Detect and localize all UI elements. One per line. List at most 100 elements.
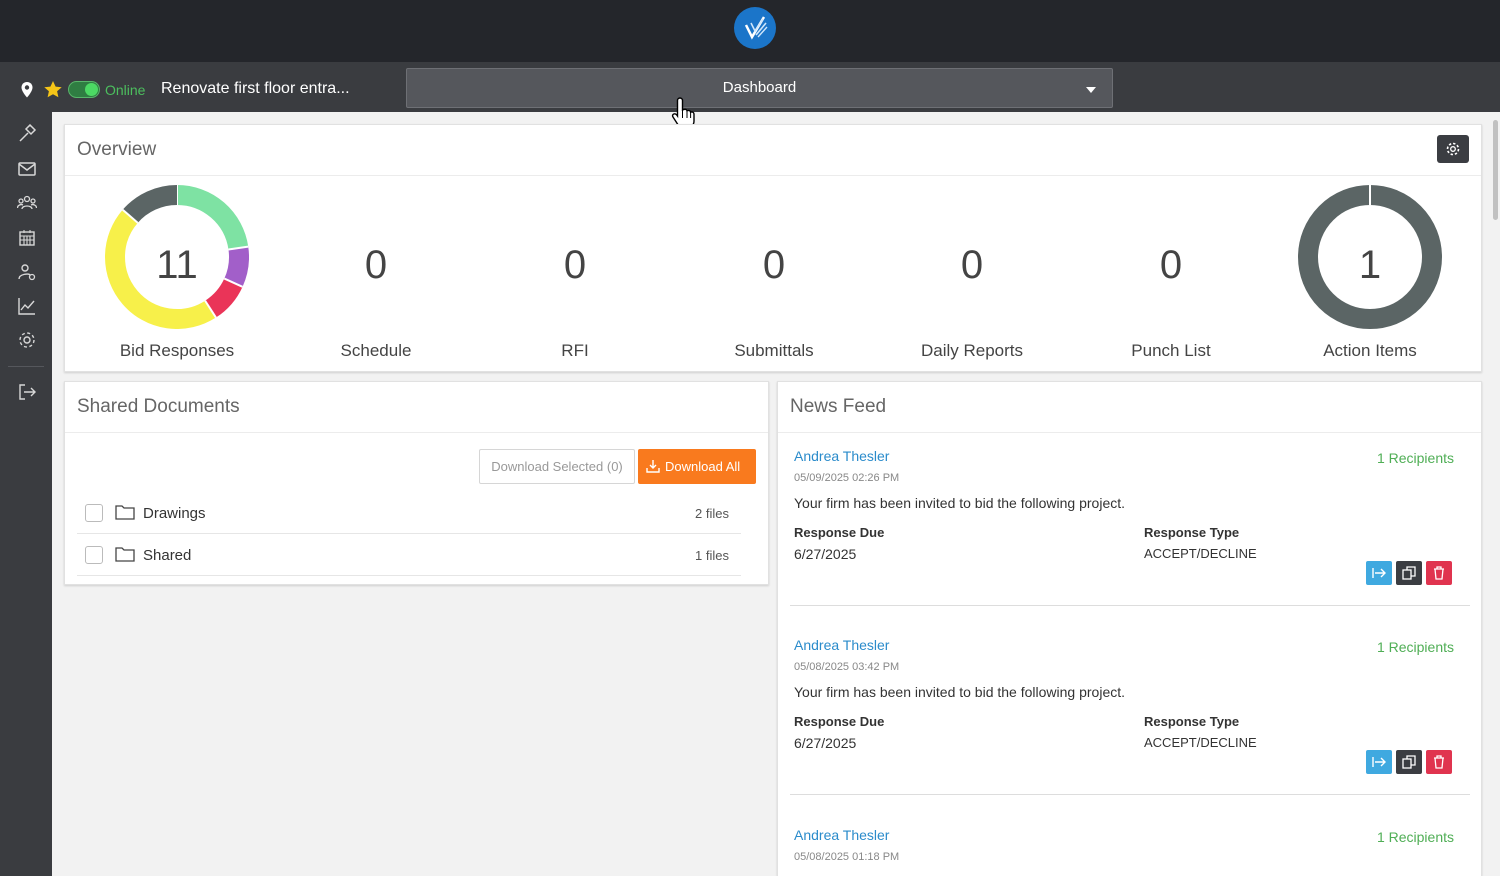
stat-rfi[interactable]: 0 RFI xyxy=(475,177,675,367)
stat-label: Punch List xyxy=(1131,341,1211,360)
news-recipients[interactable]: 1 Recipients xyxy=(1377,639,1454,655)
stat-label: Bid Responses xyxy=(119,341,235,360)
stat-daily-reports[interactable]: 0 Daily Reports xyxy=(872,177,1072,367)
donut-segment-0 xyxy=(176,185,249,250)
forward-icon xyxy=(1372,568,1386,578)
download-icon xyxy=(646,460,660,473)
stat-value: 0 xyxy=(1159,243,1183,287)
response-due-label: Response Due xyxy=(794,525,885,540)
stat-label: Daily Reports xyxy=(920,341,1024,360)
delete-button[interactable] xyxy=(1426,561,1452,585)
copy-button[interactable] xyxy=(1396,561,1422,585)
file-count: 2 files xyxy=(695,506,729,521)
folder-name[interactable]: Drawings xyxy=(143,505,206,522)
overview-title: Overview xyxy=(77,139,157,160)
forward-button[interactable] xyxy=(1366,561,1392,585)
shared-documents-title: Shared Documents xyxy=(77,396,240,417)
app-logo[interactable] xyxy=(734,7,776,49)
sidebar xyxy=(0,112,52,876)
stat-submittals[interactable]: 0 Submittals xyxy=(674,177,874,367)
news-timestamp: 05/09/2025 02:26 PM xyxy=(794,472,900,484)
trash-icon xyxy=(1434,755,1444,769)
overview-divider xyxy=(65,175,1481,176)
file-count: 1 files xyxy=(695,548,729,563)
mail-icon[interactable] xyxy=(17,159,37,179)
shared-documents-panel: Shared Documents Download Selected (0) D… xyxy=(64,381,769,585)
gear-icon[interactable] xyxy=(17,330,37,350)
stat-value: 1 xyxy=(1358,243,1382,287)
location-pin-icon[interactable] xyxy=(20,81,34,99)
copy-icon xyxy=(1402,566,1416,580)
news-author[interactable]: Andrea Thesler xyxy=(794,637,889,653)
forward-button[interactable] xyxy=(1366,750,1392,774)
download-selected-button[interactable]: Download Selected (0) xyxy=(479,449,635,484)
view-select-value: Dashboard xyxy=(722,79,797,96)
logout-icon[interactable] xyxy=(17,382,37,402)
overview-settings-button[interactable] xyxy=(1437,135,1469,163)
stat-punch-list[interactable]: 0 Punch List xyxy=(1071,177,1271,367)
hammer-icon[interactable] xyxy=(17,124,37,144)
folder-icon xyxy=(115,547,135,562)
news-feed-panel: News Feed Andrea Thesler 1 Recipients 05… xyxy=(777,381,1482,876)
stat-label: Submittals xyxy=(734,341,814,360)
news-item: Andrea Thesler 1 Recipients 05/08/2025 0… xyxy=(790,827,1470,876)
news-author[interactable]: Andrea Thesler xyxy=(794,827,889,843)
response-due-label: Response Due xyxy=(794,714,885,729)
folder-icon xyxy=(115,505,135,520)
people-icon[interactable] xyxy=(17,193,37,213)
download-all-label: Download All xyxy=(665,459,741,474)
stat-label: Schedule xyxy=(340,341,412,360)
news-recipients[interactable]: 1 Recipients xyxy=(1377,829,1454,845)
news-feed-title: News Feed xyxy=(790,396,887,417)
stat-value: 11 xyxy=(156,243,198,287)
news-actions xyxy=(1366,561,1454,585)
news-timestamp: 05/08/2025 03:42 PM xyxy=(794,661,900,673)
response-type-value: ACCEPT/DECLINE xyxy=(1144,546,1257,561)
online-status: Online xyxy=(105,82,146,98)
news-message: Your firm has been invited to bid the fo… xyxy=(794,684,1126,700)
view-select[interactable]: Dashboard xyxy=(406,68,1113,108)
list-item[interactable]: Shared 1 files xyxy=(77,534,741,576)
response-due-value: 6/27/2025 xyxy=(794,546,857,562)
chart-icon[interactable] xyxy=(17,296,37,316)
row-checkbox[interactable] xyxy=(85,546,103,564)
trash-icon xyxy=(1434,566,1444,580)
user-settings-icon[interactable] xyxy=(17,262,37,282)
stat-label: Action Items xyxy=(1323,341,1417,360)
favorite-star-icon[interactable] xyxy=(43,80,63,99)
stat-value: 0 xyxy=(563,243,587,287)
folder-name[interactable]: Shared xyxy=(143,547,191,564)
news-timestamp: 05/08/2025 01:18 PM xyxy=(794,851,900,863)
page-scrollbar[interactable] xyxy=(1491,112,1500,876)
sidebar-divider xyxy=(8,366,44,367)
response-type-label: Response Type xyxy=(1144,714,1240,729)
stat-schedule[interactable]: 0 Schedule xyxy=(276,177,476,367)
stat-action-items[interactable]: 1 Action Items xyxy=(1270,177,1470,367)
news-item: Andrea Thesler 1 Recipients 05/09/2025 0… xyxy=(790,448,1470,637)
news-author[interactable]: Andrea Thesler xyxy=(794,448,889,464)
caret-down-icon xyxy=(1086,87,1096,93)
copy-icon xyxy=(1402,755,1416,769)
logo-icon xyxy=(744,16,768,40)
delete-button[interactable] xyxy=(1426,750,1452,774)
response-due-value: 6/27/2025 xyxy=(794,735,857,751)
row-checkbox[interactable] xyxy=(85,504,103,522)
top-bar xyxy=(0,0,1500,62)
calendar-icon[interactable] xyxy=(17,228,37,248)
online-toggle[interactable] xyxy=(68,81,100,98)
news-feed-divider xyxy=(778,432,1481,433)
stat-value: 0 xyxy=(364,243,388,287)
news-item: Andrea Thesler 1 Recipients 05/08/2025 0… xyxy=(790,637,1470,826)
stat-bid-responses[interactable]: 11 Bid Responses xyxy=(77,177,277,367)
copy-button[interactable] xyxy=(1396,750,1422,774)
response-type-label: Response Type xyxy=(1144,525,1240,540)
list-item[interactable]: Drawings 2 files xyxy=(77,492,741,534)
news-message: Your firm has been invited to bid the fo… xyxy=(794,495,1126,511)
stat-label: RFI xyxy=(561,341,589,360)
gear-icon xyxy=(1446,142,1460,156)
scrollbar-thumb[interactable] xyxy=(1493,120,1498,220)
news-recipients[interactable]: 1 Recipients xyxy=(1377,450,1454,466)
download-all-button[interactable]: Download All xyxy=(638,449,756,484)
stat-value: 0 xyxy=(762,243,786,287)
project-name[interactable]: Renovate first floor entra... xyxy=(161,80,350,98)
